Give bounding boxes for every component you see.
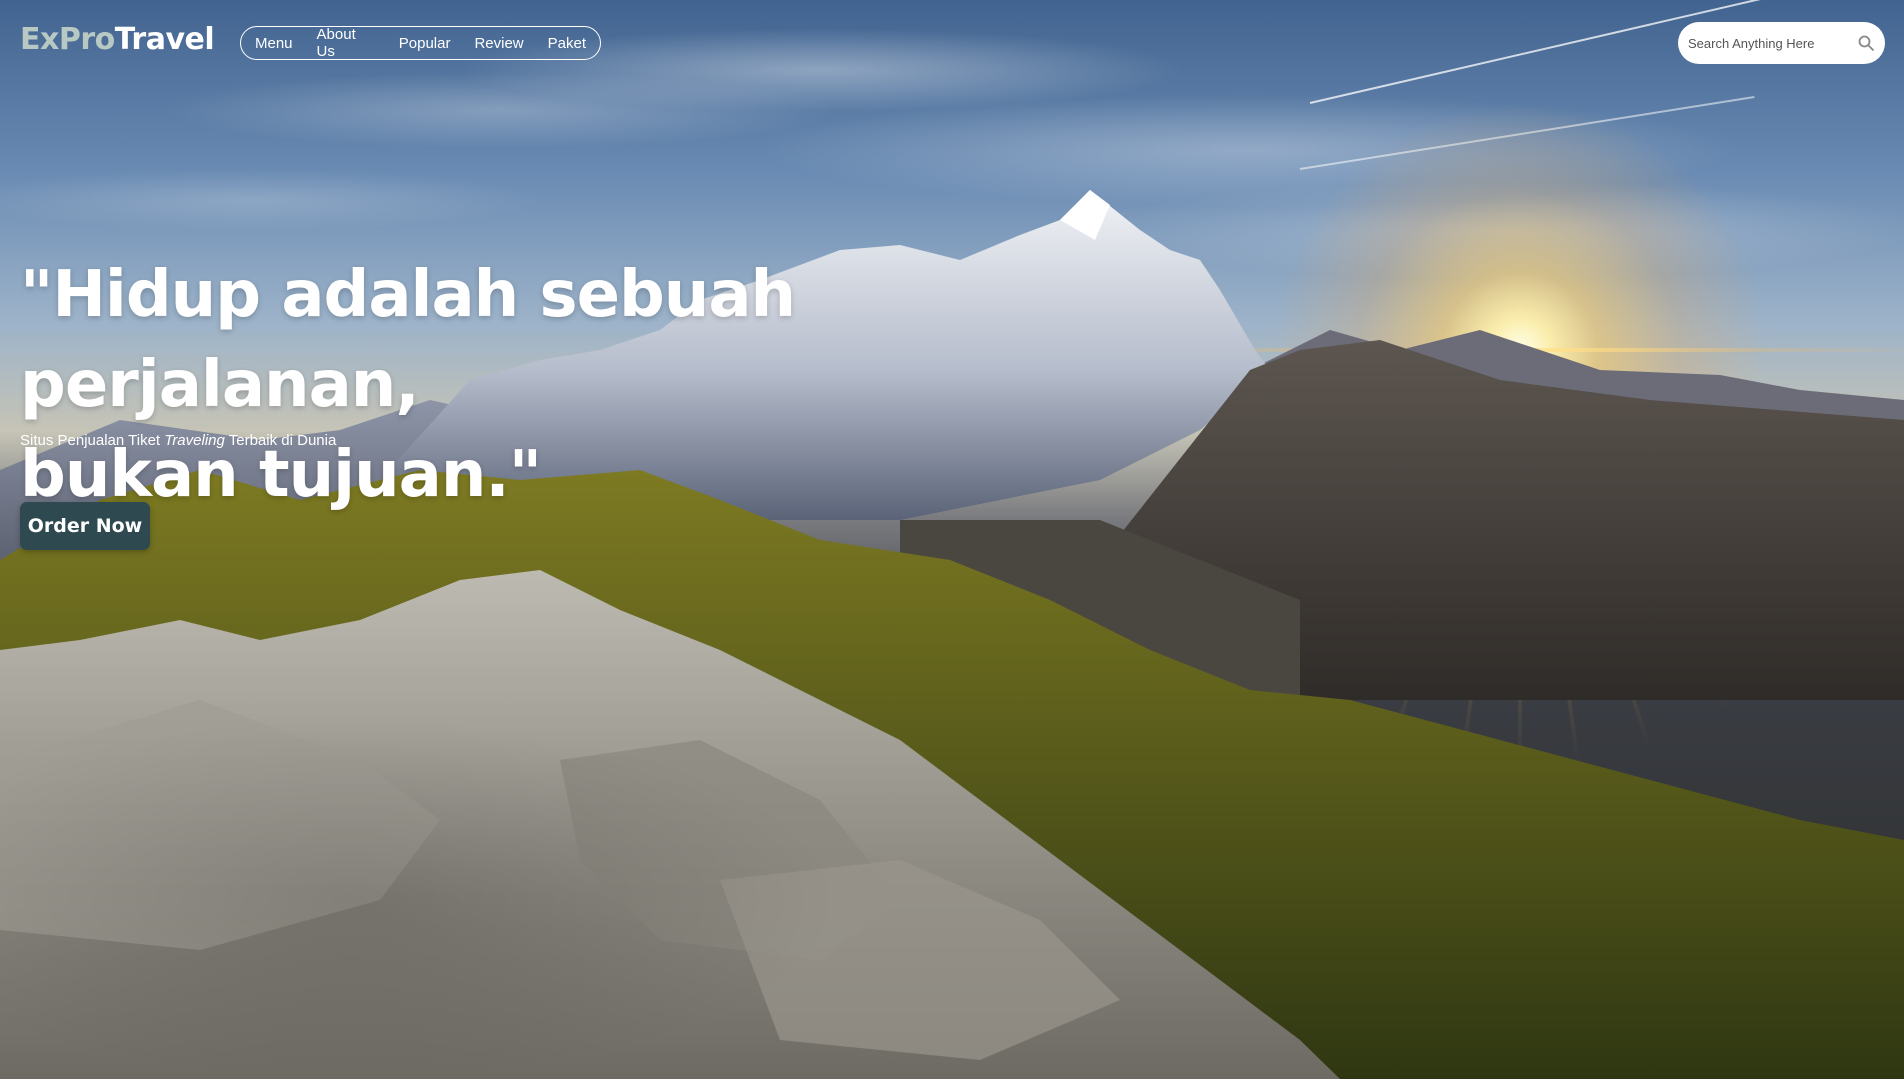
- headline-line-1: "Hidup adalah sebuah perjalanan,: [20, 258, 796, 422]
- search-input[interactable]: [1688, 35, 1857, 51]
- nav-item-paket[interactable]: Paket: [548, 35, 586, 52]
- hero-subtitle: Situs Penjualan Tiket Traveling Terbaik …: [20, 432, 336, 449]
- nav-item-review[interactable]: Review: [474, 35, 523, 52]
- hero-background-image: [0, 0, 1904, 1079]
- main-nav: Menu About Us Popular Review Paket: [240, 26, 601, 60]
- hero-headline: "Hidup adalah sebuah perjalanan, bukan t…: [20, 250, 1170, 520]
- search-icon[interactable]: [1857, 34, 1875, 52]
- subtitle-text-end: Terbaik di Dunia: [224, 432, 337, 449]
- brand-logo[interactable]: ExProTravel: [20, 22, 215, 57]
- logo-part-ex-pro: ExPro: [20, 22, 115, 57]
- subtitle-text-start: Situs Penjualan Tiket: [20, 432, 165, 449]
- logo-part-travel: Travel: [114, 22, 215, 57]
- headline-line-2: bukan tujuan.": [20, 438, 542, 512]
- nav-item-popular[interactable]: Popular: [399, 35, 451, 52]
- nav-item-about-us[interactable]: About Us: [317, 26, 375, 60]
- nav-item-menu[interactable]: Menu: [255, 35, 293, 52]
- rock-shade: [0, 0, 1904, 1079]
- top-navbar: ExProTravel Menu About Us Popular Review…: [0, 0, 1904, 86]
- order-now-button[interactable]: Order Now: [20, 502, 150, 550]
- search-box: [1678, 22, 1885, 64]
- subtitle-emphasis: Traveling: [164, 432, 225, 449]
